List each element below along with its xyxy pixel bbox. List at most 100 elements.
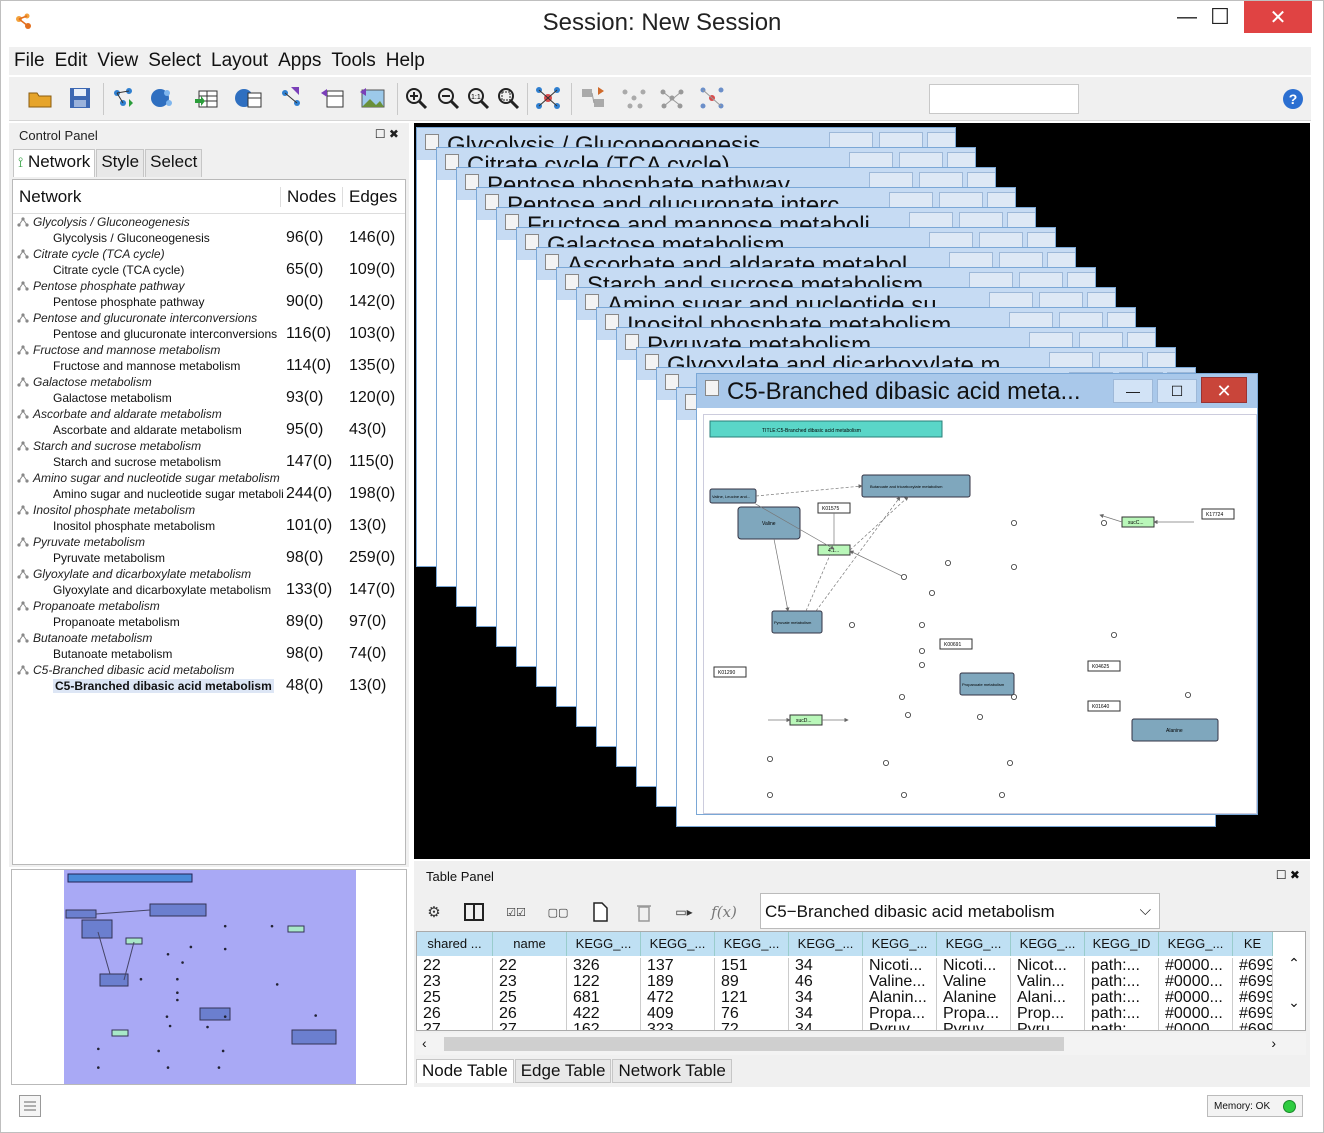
compound-node[interactable] [904,711,911,718]
table-cell[interactable]: 472 [641,990,715,1006]
table-cell[interactable]: 409 [641,1006,715,1022]
table-cell[interactable]: 25 [493,990,567,1006]
table-cell[interactable]: 72 [715,1022,789,1030]
table-cell[interactable]: 23 [493,974,567,990]
menu-apps[interactable]: Apps [273,50,326,72]
compound-node[interactable] [1110,631,1117,638]
network-window-maximize[interactable]: ☐ [1157,379,1197,403]
table-cell[interactable]: Pyru... [1011,1022,1085,1030]
table-cell[interactable]: 122 [567,974,641,990]
new-column-icon[interactable] [588,901,612,923]
network-item[interactable]: Amino sugar and nucleotide sugar metabol… [13,485,405,502]
network-item[interactable]: Pyruvate metabolism 98(0) 259(0) [13,549,405,566]
table-cell[interactable]: path:... [1085,1022,1159,1030]
table-cell[interactable]: Prop... [1011,1006,1085,1022]
network-item[interactable]: Inositol phosphate metabolism 101(0) 13(0) [13,517,405,534]
table-cell[interactable]: 121 [715,990,789,1006]
table-cell[interactable]: 23 [417,974,493,990]
network-item[interactable]: C5-Branched dibasic acid metabolism 48(0)… [13,677,405,694]
compound-node[interactable] [918,661,925,668]
table-cell[interactable]: 681 [567,990,641,1006]
table-cell[interactable]: 34 [789,990,863,1006]
delete-column-icon[interactable] [632,901,656,923]
menu-select[interactable]: Select [143,50,206,72]
apply-layout-icon[interactable] [533,83,563,113]
overview-canvas[interactable] [64,870,356,1084]
network-collection-item[interactable]: Starch and sucrose metabolism [13,438,405,454]
network-item[interactable]: Glyoxylate and dicarboxylate metabolism 1… [13,581,405,598]
compound-node[interactable] [944,559,951,566]
compound-node[interactable] [918,621,925,628]
table-column-header[interactable]: KEGG_... [789,932,863,956]
table-cell[interactable]: path:... [1085,974,1159,990]
table-cell[interactable]: Propa... [937,1006,1011,1022]
table-cell[interactable]: Pyruv... [863,1022,937,1030]
table-cell[interactable]: #699 [1233,990,1273,1006]
table-column-header[interactable]: KEGG_... [567,932,641,956]
network-item[interactable]: Starch and sucrose metabolism 147(0) 115(0… [13,453,405,470]
memory-status[interactable]: Memory: OK [1207,1095,1303,1117]
help-icon[interactable]: ? [1283,89,1303,109]
table-cell[interactable]: Alanine [937,990,1011,1006]
compound-node[interactable] [1010,693,1017,700]
network-window-active[interactable]: C5-Branched dibasic acid meta... — ☐ ✕ T… [696,373,1258,815]
show-all-icon[interactable] [657,83,687,113]
table-vertical-scrollbar[interactable]: ⌃ ⌄ [1284,955,1304,1029]
table-cell[interactable]: Nicoti... [863,958,937,974]
network-collection-item[interactable]: Pyruvate metabolism [13,534,405,550]
zoom-out-icon[interactable] [433,83,463,113]
compound-node[interactable] [898,693,905,700]
network-collection-item[interactable]: Fructose and mannose metabolism [13,342,405,358]
import-network-web-icon[interactable] [147,83,177,113]
network-collection-item[interactable]: Amino sugar and nucleotide sugar metabol… [13,470,405,486]
network-overview[interactable] [11,869,407,1085]
table-cell[interactable]: 26 [493,1006,567,1022]
table-cell[interactable]: 162 [567,1022,641,1030]
import-network-file-icon[interactable] [109,83,139,113]
table-panel-float-close-icons[interactable]: ☐ ✖ [1276,868,1300,882]
scroll-left-icon[interactable]: ‹ [422,1035,427,1051]
save-session-icon[interactable] [65,83,95,113]
first-neighbors-icon[interactable] [697,83,727,113]
compound-node[interactable] [1184,691,1191,698]
table-cell[interactable]: #0000... [1159,958,1233,974]
table-cell[interactable]: 151 [715,958,789,974]
network-canvas[interactable]: TITLE:C5-Branched dibasic acid metabolis… [703,414,1257,814]
table-cell[interactable]: 27 [493,1022,567,1030]
table-cell[interactable]: 323 [641,1022,715,1030]
table-column-header[interactable]: KE [1233,932,1273,956]
network-item[interactable]: Pentose phosphate pathway 90(0) 142(0) [13,293,405,310]
import-table-file-icon[interactable] [191,83,221,113]
table-cell[interactable]: 26 [417,1006,493,1022]
table-cell[interactable]: 27 [417,1022,493,1030]
network-collection-item[interactable]: Butanoate metabolism [13,630,405,646]
table-cell[interactable]: 76 [715,1006,789,1022]
table-cell[interactable]: Pyruv... [937,1022,1011,1030]
network-collection-item[interactable]: Citrate cycle (TCA cycle) [13,246,405,262]
table-column-header[interactable]: KEGG_... [641,932,715,956]
table-cell[interactable]: #0000... [1159,1006,1233,1022]
table-cell[interactable]: #0000... [1159,974,1233,990]
network-collection-item[interactable]: Glycolysis / Gluconeogenesis [13,214,405,230]
menu-file[interactable]: File [9,50,50,72]
tab-network-table[interactable]: Network Table [612,1059,732,1083]
compound-node[interactable] [767,791,774,798]
table-cell[interactable]: Valin... [1011,974,1085,990]
table-cell[interactable]: 326 [567,958,641,974]
table-cell[interactable]: Alani... [1011,990,1085,1006]
export-network-icon[interactable] [277,83,307,113]
menu-help[interactable]: Help [381,50,430,72]
select-all-columns-icon[interactable]: ☑☑ [504,901,528,923]
table-cell[interactable]: 89 [715,974,789,990]
table-cell[interactable]: #699 [1233,1022,1273,1030]
tab-style[interactable]: Style [96,149,145,177]
zoom-in-icon[interactable] [401,83,431,113]
table-cell[interactable]: 34 [789,1006,863,1022]
network-collection-item[interactable]: Propanoate metabolism [13,598,405,614]
export-image-icon[interactable] [357,83,387,113]
network-item[interactable]: Pentose and glucuronate interconversions… [13,325,405,342]
table-horizontal-scrollbar[interactable]: ‹ › [416,1033,1306,1055]
table-cell[interactable]: 34 [789,958,863,974]
table-cell[interactable]: 189 [641,974,715,990]
zoom-fit-icon[interactable] [493,83,523,113]
